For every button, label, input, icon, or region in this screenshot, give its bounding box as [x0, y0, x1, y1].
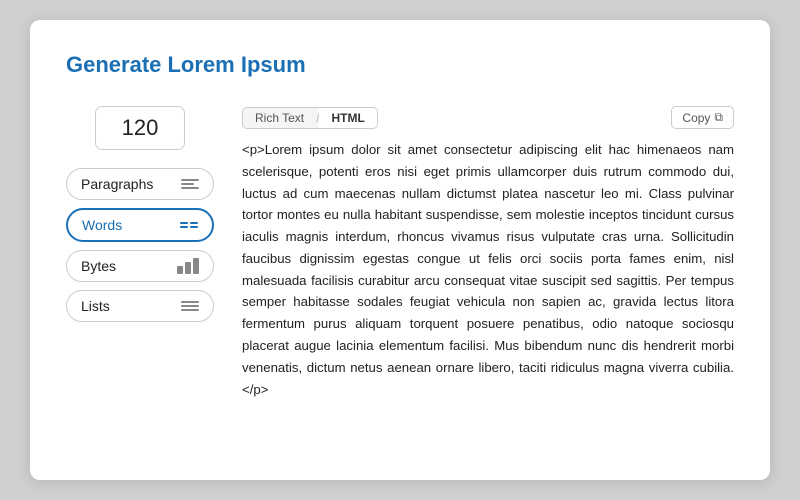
copy-label: Copy [682, 111, 710, 125]
right-panel: Rich Text / HTML Copy ⧉ <p>Lorem ipsum d… [242, 106, 734, 400]
copy-icon: ⧉ [714, 110, 723, 125]
bytes-icon [177, 258, 199, 274]
tab-rich-text[interactable]: Rich Text [243, 108, 316, 128]
number-input[interactable]: 120 [95, 106, 185, 150]
type-buttons-group: Paragraphs Words Bytes [66, 168, 214, 322]
output-text: <p>Lorem ipsum dolor sit amet consectetu… [242, 133, 734, 400]
format-tab-group: Rich Text / HTML [242, 107, 378, 129]
lists-label: Lists [81, 298, 110, 314]
main-card: Generate Lorem Ipsum 120 Paragraphs Word… [30, 20, 770, 480]
copy-button[interactable]: Copy ⧉ [671, 106, 734, 129]
paragraphs-button[interactable]: Paragraphs [66, 168, 214, 200]
bytes-button[interactable]: Bytes [66, 250, 214, 282]
lists-button[interactable]: Lists [66, 290, 214, 322]
tab-html[interactable]: HTML [319, 108, 376, 128]
page-title: Generate Lorem Ipsum [66, 52, 734, 78]
bytes-label: Bytes [81, 258, 116, 274]
words-label: Words [82, 217, 122, 233]
words-button[interactable]: Words [66, 208, 214, 242]
paragraphs-label: Paragraphs [81, 176, 153, 192]
words-icon [180, 222, 198, 228]
main-layout: 120 Paragraphs Words Bytes [66, 106, 734, 400]
left-panel: 120 Paragraphs Words Bytes [66, 106, 214, 400]
list-icon [181, 301, 199, 311]
output-toolbar: Rich Text / HTML Copy ⧉ [242, 106, 734, 129]
paragraphs-icon [181, 179, 199, 189]
